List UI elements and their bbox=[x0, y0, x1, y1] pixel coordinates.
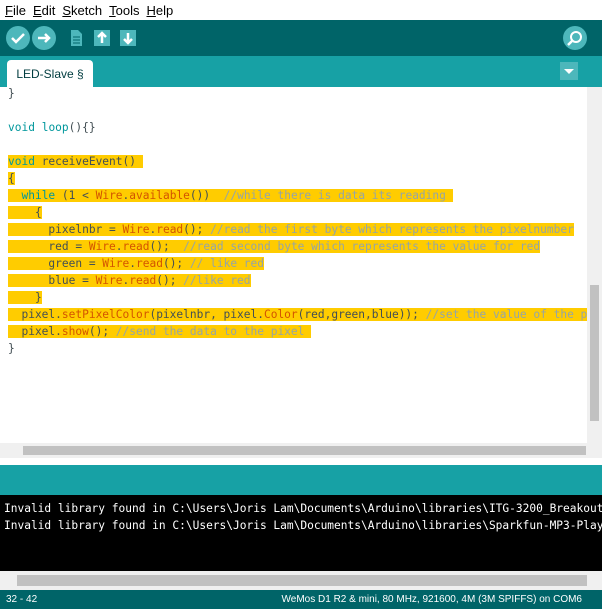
scrollbar-thumb[interactable] bbox=[590, 285, 599, 421]
code-line: pixelnbr = Wire.read(); //read the first… bbox=[8, 223, 574, 236]
scrollbar-thumb[interactable] bbox=[17, 575, 587, 586]
chevron-down-icon bbox=[564, 69, 574, 74]
code-line: { bbox=[8, 172, 15, 185]
tab-bar: LED-Slave § bbox=[0, 56, 602, 87]
code-line: } bbox=[8, 342, 15, 355]
board-info: WeMos D1 R2 & mini, 80 MHz, 921600, 4M (… bbox=[281, 594, 582, 605]
code-line: red = Wire.read(); //read second byte wh… bbox=[8, 240, 541, 253]
open-button[interactable] bbox=[90, 26, 114, 50]
arrow-up-icon bbox=[94, 30, 110, 46]
toolbar bbox=[0, 20, 602, 56]
upload-button[interactable] bbox=[32, 26, 56, 50]
code-editor[interactable]: } void loop(){} void receiveEvent() { whil… bbox=[0, 87, 587, 443]
tab-led-slave[interactable]: LED-Slave § bbox=[7, 60, 93, 87]
divider[interactable] bbox=[0, 458, 602, 465]
console-line: Invalid library found in C:\Users\Joris … bbox=[4, 519, 602, 532]
code-line: while (1 < Wire.available()) //while the… bbox=[8, 187, 453, 204]
code-line: void loop(){} bbox=[8, 121, 96, 134]
status-bar: 32 - 42 WeMos D1 R2 & mini, 80 MHz, 9216… bbox=[0, 590, 602, 609]
code-line: blue = Wire.read(); //like red bbox=[8, 274, 251, 287]
new-file-icon bbox=[71, 30, 82, 46]
code-line: green = Wire.read(); // like red bbox=[8, 257, 264, 270]
menu-sketch[interactable]: Sketch bbox=[62, 3, 102, 18]
arrow-right-icon bbox=[38, 33, 51, 43]
menu-bar: File Edit Sketch Tools Help bbox=[0, 0, 602, 20]
arrow-down-icon bbox=[120, 30, 136, 46]
editor-horizontal-scrollbar[interactable] bbox=[0, 443, 587, 458]
tab-menu-button[interactable] bbox=[560, 62, 578, 80]
editor-vertical-scrollbar[interactable] bbox=[587, 87, 602, 443]
scrollbar-corner bbox=[587, 443, 602, 458]
code-line: { bbox=[8, 206, 42, 219]
menu-tools[interactable]: Tools bbox=[109, 3, 139, 18]
console-horizontal-scrollbar[interactable] bbox=[0, 571, 602, 590]
code-line: void receiveEvent() bbox=[8, 155, 143, 168]
scrollbar-thumb[interactable] bbox=[23, 446, 586, 455]
code-line: pixel.setPixelColor(pixelnbr, pixel.Colo… bbox=[8, 306, 587, 323]
code-line: } bbox=[8, 291, 42, 304]
new-button[interactable] bbox=[64, 26, 88, 50]
code-line: pixel.show(); //send the data to the pix… bbox=[8, 325, 312, 338]
menu-file[interactable]: File bbox=[5, 3, 26, 18]
menu-edit[interactable]: Edit bbox=[33, 3, 55, 18]
console-line: Invalid library found in C:\Users\Joris … bbox=[4, 502, 602, 515]
serial-monitor-button[interactable] bbox=[563, 26, 587, 50]
verify-button[interactable] bbox=[6, 26, 30, 50]
cursor-position: 32 - 42 bbox=[6, 594, 38, 605]
checkmark-icon bbox=[11, 33, 25, 44]
menu-help[interactable]: Help bbox=[146, 3, 173, 18]
message-bar bbox=[0, 465, 602, 495]
magnifier-icon bbox=[567, 31, 582, 46]
console-output: Invalid library found in C:\Users\Joris … bbox=[0, 495, 602, 571]
save-button[interactable] bbox=[116, 26, 140, 50]
code-line: } bbox=[8, 87, 15, 100]
